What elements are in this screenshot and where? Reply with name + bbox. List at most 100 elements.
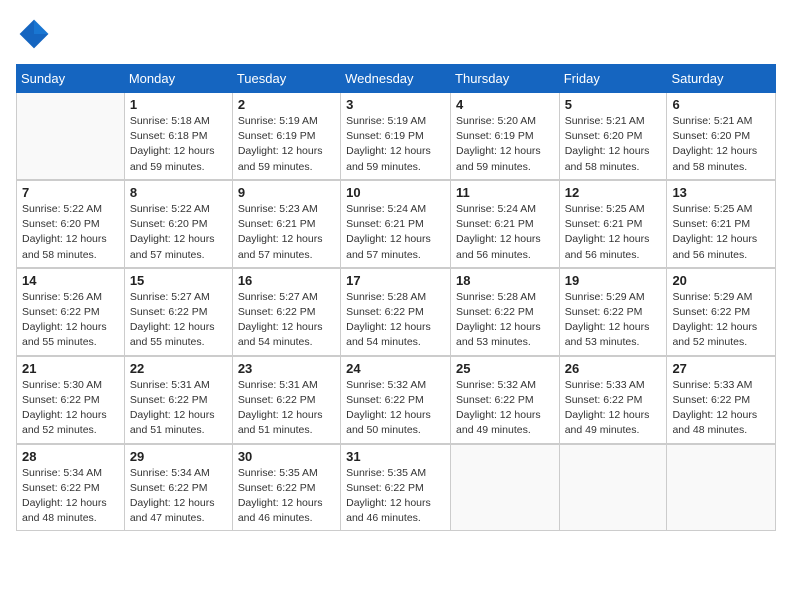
week-row-4: 21Sunrise: 5:30 AMSunset: 6:22 PMDayligh… — [17, 356, 776, 444]
day-number: 19 — [565, 273, 662, 288]
day-cell: 19 Sunrise: 5:29 AMSunset: 6:22 PMDayligh… — [559, 268, 667, 356]
day-cell: 22 Sunrise: 5:31 AMSunset: 6:22 PMDayligh… — [124, 356, 232, 444]
day-cell: 18 Sunrise: 5:28 AMSunset: 6:22 PMDayligh… — [451, 268, 560, 356]
day-number: 31 — [346, 449, 445, 464]
day-number: 11 — [456, 185, 554, 200]
day-number: 9 — [238, 185, 335, 200]
col-header-tuesday: Tuesday — [232, 65, 340, 93]
page-header — [16, 16, 776, 52]
col-header-thursday: Thursday — [451, 65, 560, 93]
day-info: Sunrise: 5:32 AMSunset: 6:22 PMDaylight:… — [346, 378, 445, 439]
header-row: SundayMondayTuesdayWednesdayThursdayFrid… — [17, 65, 776, 93]
day-number: 24 — [346, 361, 445, 376]
day-number: 7 — [22, 185, 119, 200]
day-cell: 20 Sunrise: 5:29 AMSunset: 6:22 PMDayligh… — [667, 268, 776, 356]
day-cell: 10 Sunrise: 5:24 AMSunset: 6:21 PMDayligh… — [341, 180, 451, 268]
day-number: 26 — [565, 361, 662, 376]
col-header-sunday: Sunday — [17, 65, 125, 93]
day-cell: 5 Sunrise: 5:21 AMSunset: 6:20 PMDaylight… — [559, 93, 667, 180]
day-number: 23 — [238, 361, 335, 376]
day-cell: 16 Sunrise: 5:27 AMSunset: 6:22 PMDayligh… — [232, 268, 340, 356]
day-info: Sunrise: 5:22 AMSunset: 6:20 PMDaylight:… — [130, 202, 227, 263]
day-number: 5 — [565, 97, 662, 112]
day-cell — [667, 444, 776, 531]
day-info: Sunrise: 5:31 AMSunset: 6:22 PMDaylight:… — [130, 378, 227, 439]
day-number: 1 — [130, 97, 227, 112]
day-number: 13 — [672, 185, 770, 200]
day-cell: 13 Sunrise: 5:25 AMSunset: 6:21 PMDayligh… — [667, 180, 776, 268]
calendar-table: SundayMondayTuesdayWednesdayThursdayFrid… — [16, 64, 776, 531]
day-cell: 4Sunrise: 5:20 AMSunset: 6:19 PMDaylight… — [451, 93, 560, 180]
day-info: Sunrise: 5:28 AMSunset: 6:22 PMDaylight:… — [346, 290, 445, 351]
day-info: Sunrise: 5:21 AMSunset: 6:20 PMDaylight:… — [565, 114, 662, 175]
day-info: Sunrise: 5:24 AMSunset: 6:21 PMDaylight:… — [346, 202, 445, 263]
day-number: 29 — [130, 449, 227, 464]
day-cell: 12Sunrise: 5:25 AMSunset: 6:21 PMDayligh… — [559, 180, 667, 268]
day-cell: 7 Sunrise: 5:22 AMSunset: 6:20 PMDaylight… — [17, 180, 125, 268]
day-cell: 2 Sunrise: 5:19 AMSunset: 6:19 PMDaylight… — [232, 93, 340, 180]
day-cell: 29 Sunrise: 5:34 AMSunset: 6:22 PMDayligh… — [124, 444, 232, 531]
day-cell: 25 Sunrise: 5:32 AMSunset: 6:22 PMDayligh… — [451, 356, 560, 444]
day-cell — [559, 444, 667, 531]
logo-icon — [16, 16, 52, 52]
day-cell: 23Sunrise: 5:31 AMSunset: 6:22 PMDayligh… — [232, 356, 340, 444]
day-info: Sunrise: 5:34 AMSunset: 6:22 PMDaylight:… — [22, 466, 119, 527]
day-info: Sunrise: 5:22 AMSunset: 6:20 PMDaylight:… — [22, 202, 119, 263]
day-number: 8 — [130, 185, 227, 200]
day-number: 27 — [672, 361, 770, 376]
day-info: Sunrise: 5:29 AMSunset: 6:22 PMDaylight:… — [565, 290, 662, 351]
day-cell: 26 Sunrise: 5:33 AMSunset: 6:22 PMDayligh… — [559, 356, 667, 444]
col-header-monday: Monday — [124, 65, 232, 93]
day-info: Sunrise: 5:33 AMSunset: 6:22 PMDaylight:… — [565, 378, 662, 439]
day-cell: 8 Sunrise: 5:22 AMSunset: 6:20 PMDaylight… — [124, 180, 232, 268]
day-number: 18 — [456, 273, 554, 288]
day-cell: 31Sunrise: 5:35 AMSunset: 6:22 PMDayligh… — [341, 444, 451, 531]
day-cell: 11 Sunrise: 5:24 AMSunset: 6:21 PMDayligh… — [451, 180, 560, 268]
day-cell: 9 Sunrise: 5:23 AMSunset: 6:21 PMDaylight… — [232, 180, 340, 268]
day-info: Sunrise: 5:18 AMSunset: 6:18 PMDaylight:… — [130, 114, 227, 175]
day-cell: 24 Sunrise: 5:32 AMSunset: 6:22 PMDayligh… — [341, 356, 451, 444]
day-info: Sunrise: 5:23 AMSunset: 6:21 PMDaylight:… — [238, 202, 335, 263]
day-cell: 30Sunrise: 5:35 AMSunset: 6:22 PMDayligh… — [232, 444, 340, 531]
day-number: 22 — [130, 361, 227, 376]
col-header-wednesday: Wednesday — [341, 65, 451, 93]
day-info: Sunrise: 5:34 AMSunset: 6:22 PMDaylight:… — [130, 466, 227, 527]
week-row-1: 1 Sunrise: 5:18 AMSunset: 6:18 PMDaylight… — [17, 93, 776, 180]
day-info: Sunrise: 5:19 AMSunset: 6:19 PMDaylight:… — [238, 114, 335, 175]
day-info: Sunrise: 5:25 AMSunset: 6:21 PMDaylight:… — [565, 202, 662, 263]
day-info: Sunrise: 5:21 AMSunset: 6:20 PMDaylight:… — [672, 114, 770, 175]
day-info: Sunrise: 5:32 AMSunset: 6:22 PMDaylight:… — [456, 378, 554, 439]
day-cell: 3 Sunrise: 5:19 AMSunset: 6:19 PMDaylight… — [341, 93, 451, 180]
week-row-2: 7 Sunrise: 5:22 AMSunset: 6:20 PMDaylight… — [17, 180, 776, 268]
day-info: Sunrise: 5:27 AMSunset: 6:22 PMDaylight:… — [238, 290, 335, 351]
day-info: Sunrise: 5:20 AMSunset: 6:19 PMDaylight:… — [456, 114, 554, 175]
week-row-3: 14 Sunrise: 5:26 AMSunset: 6:22 PMDayligh… — [17, 268, 776, 356]
day-number: 28 — [22, 449, 119, 464]
day-info: Sunrise: 5:25 AMSunset: 6:21 PMDaylight:… — [672, 202, 770, 263]
day-number: 15 — [130, 273, 227, 288]
day-number: 14 — [22, 273, 119, 288]
day-number: 20 — [672, 273, 770, 288]
day-number: 30 — [238, 449, 335, 464]
day-info: Sunrise: 5:24 AMSunset: 6:21 PMDaylight:… — [456, 202, 554, 263]
day-info: Sunrise: 5:29 AMSunset: 6:22 PMDaylight:… — [672, 290, 770, 351]
day-cell: 17Sunrise: 5:28 AMSunset: 6:22 PMDayligh… — [341, 268, 451, 356]
day-info: Sunrise: 5:26 AMSunset: 6:22 PMDaylight:… — [22, 290, 119, 351]
day-number: 3 — [346, 97, 445, 112]
day-number: 25 — [456, 361, 554, 376]
logo — [16, 16, 58, 52]
day-number: 10 — [346, 185, 445, 200]
day-cell: 28 Sunrise: 5:34 AMSunset: 6:22 PMDayligh… — [17, 444, 125, 531]
col-header-saturday: Saturday — [667, 65, 776, 93]
day-info: Sunrise: 5:30 AMSunset: 6:22 PMDaylight:… — [22, 378, 119, 439]
day-info: Sunrise: 5:28 AMSunset: 6:22 PMDaylight:… — [456, 290, 554, 351]
day-info: Sunrise: 5:19 AMSunset: 6:19 PMDaylight:… — [346, 114, 445, 175]
day-cell: 21Sunrise: 5:30 AMSunset: 6:22 PMDayligh… — [17, 356, 125, 444]
day-cell: 14 Sunrise: 5:26 AMSunset: 6:22 PMDayligh… — [17, 268, 125, 356]
day-cell: 27Sunrise: 5:33 AMSunset: 6:22 PMDayligh… — [667, 356, 776, 444]
day-number: 16 — [238, 273, 335, 288]
col-header-friday: Friday — [559, 65, 667, 93]
day-info: Sunrise: 5:27 AMSunset: 6:22 PMDaylight:… — [130, 290, 227, 351]
day-number: 2 — [238, 97, 335, 112]
day-cell — [17, 93, 125, 180]
